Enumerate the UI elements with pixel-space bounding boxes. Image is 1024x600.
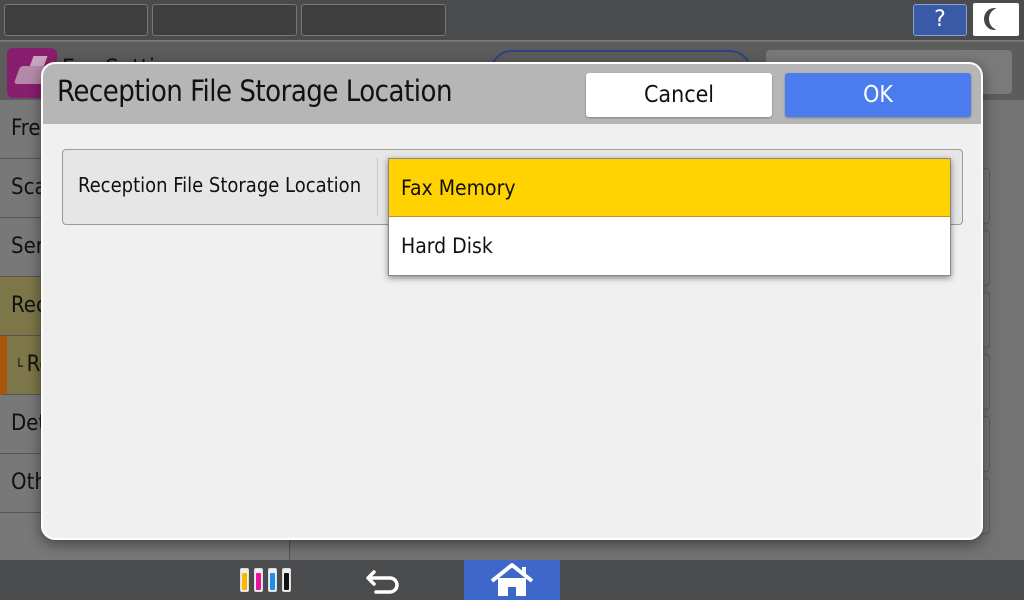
option-hard-disk[interactable]: Hard Disk	[389, 217, 950, 275]
back-arrow-icon	[366, 570, 399, 594]
bottom-bar	[0, 560, 1024, 600]
status-bar: ?	[0, 0, 1024, 41]
ok-button[interactable]: OK	[785, 73, 971, 117]
moon-icon	[989, 8, 1009, 30]
sub-item-marker: └	[15, 359, 27, 375]
home-button[interactable]	[464, 560, 560, 600]
dialog-header: Reception File Storage Location Cancel O…	[43, 64, 981, 124]
storage-location-dialog: Reception File Storage Location Cancel O…	[41, 62, 983, 540]
question-icon: ?	[934, 7, 946, 32]
sleep-button[interactable]	[973, 3, 1019, 36]
option-fax-memory[interactable]: Fax Memory	[389, 159, 950, 217]
setting-divider	[377, 158, 378, 216]
cancel-button[interactable]: Cancel	[586, 73, 772, 117]
status-slot-2	[152, 4, 297, 36]
help-button[interactable]: ?	[913, 4, 967, 36]
status-slot-1	[4, 4, 148, 36]
home-icon	[490, 563, 534, 596]
setting-label: Reception File Storage Location	[78, 173, 362, 197]
toner-icon[interactable]	[240, 568, 296, 594]
storage-location-dropdown[interactable]: Fax Memory Hard Disk	[388, 158, 951, 276]
status-slot-3	[301, 4, 446, 36]
back-button[interactable]	[352, 560, 416, 600]
dialog-title: Reception File Storage Location	[57, 74, 453, 108]
